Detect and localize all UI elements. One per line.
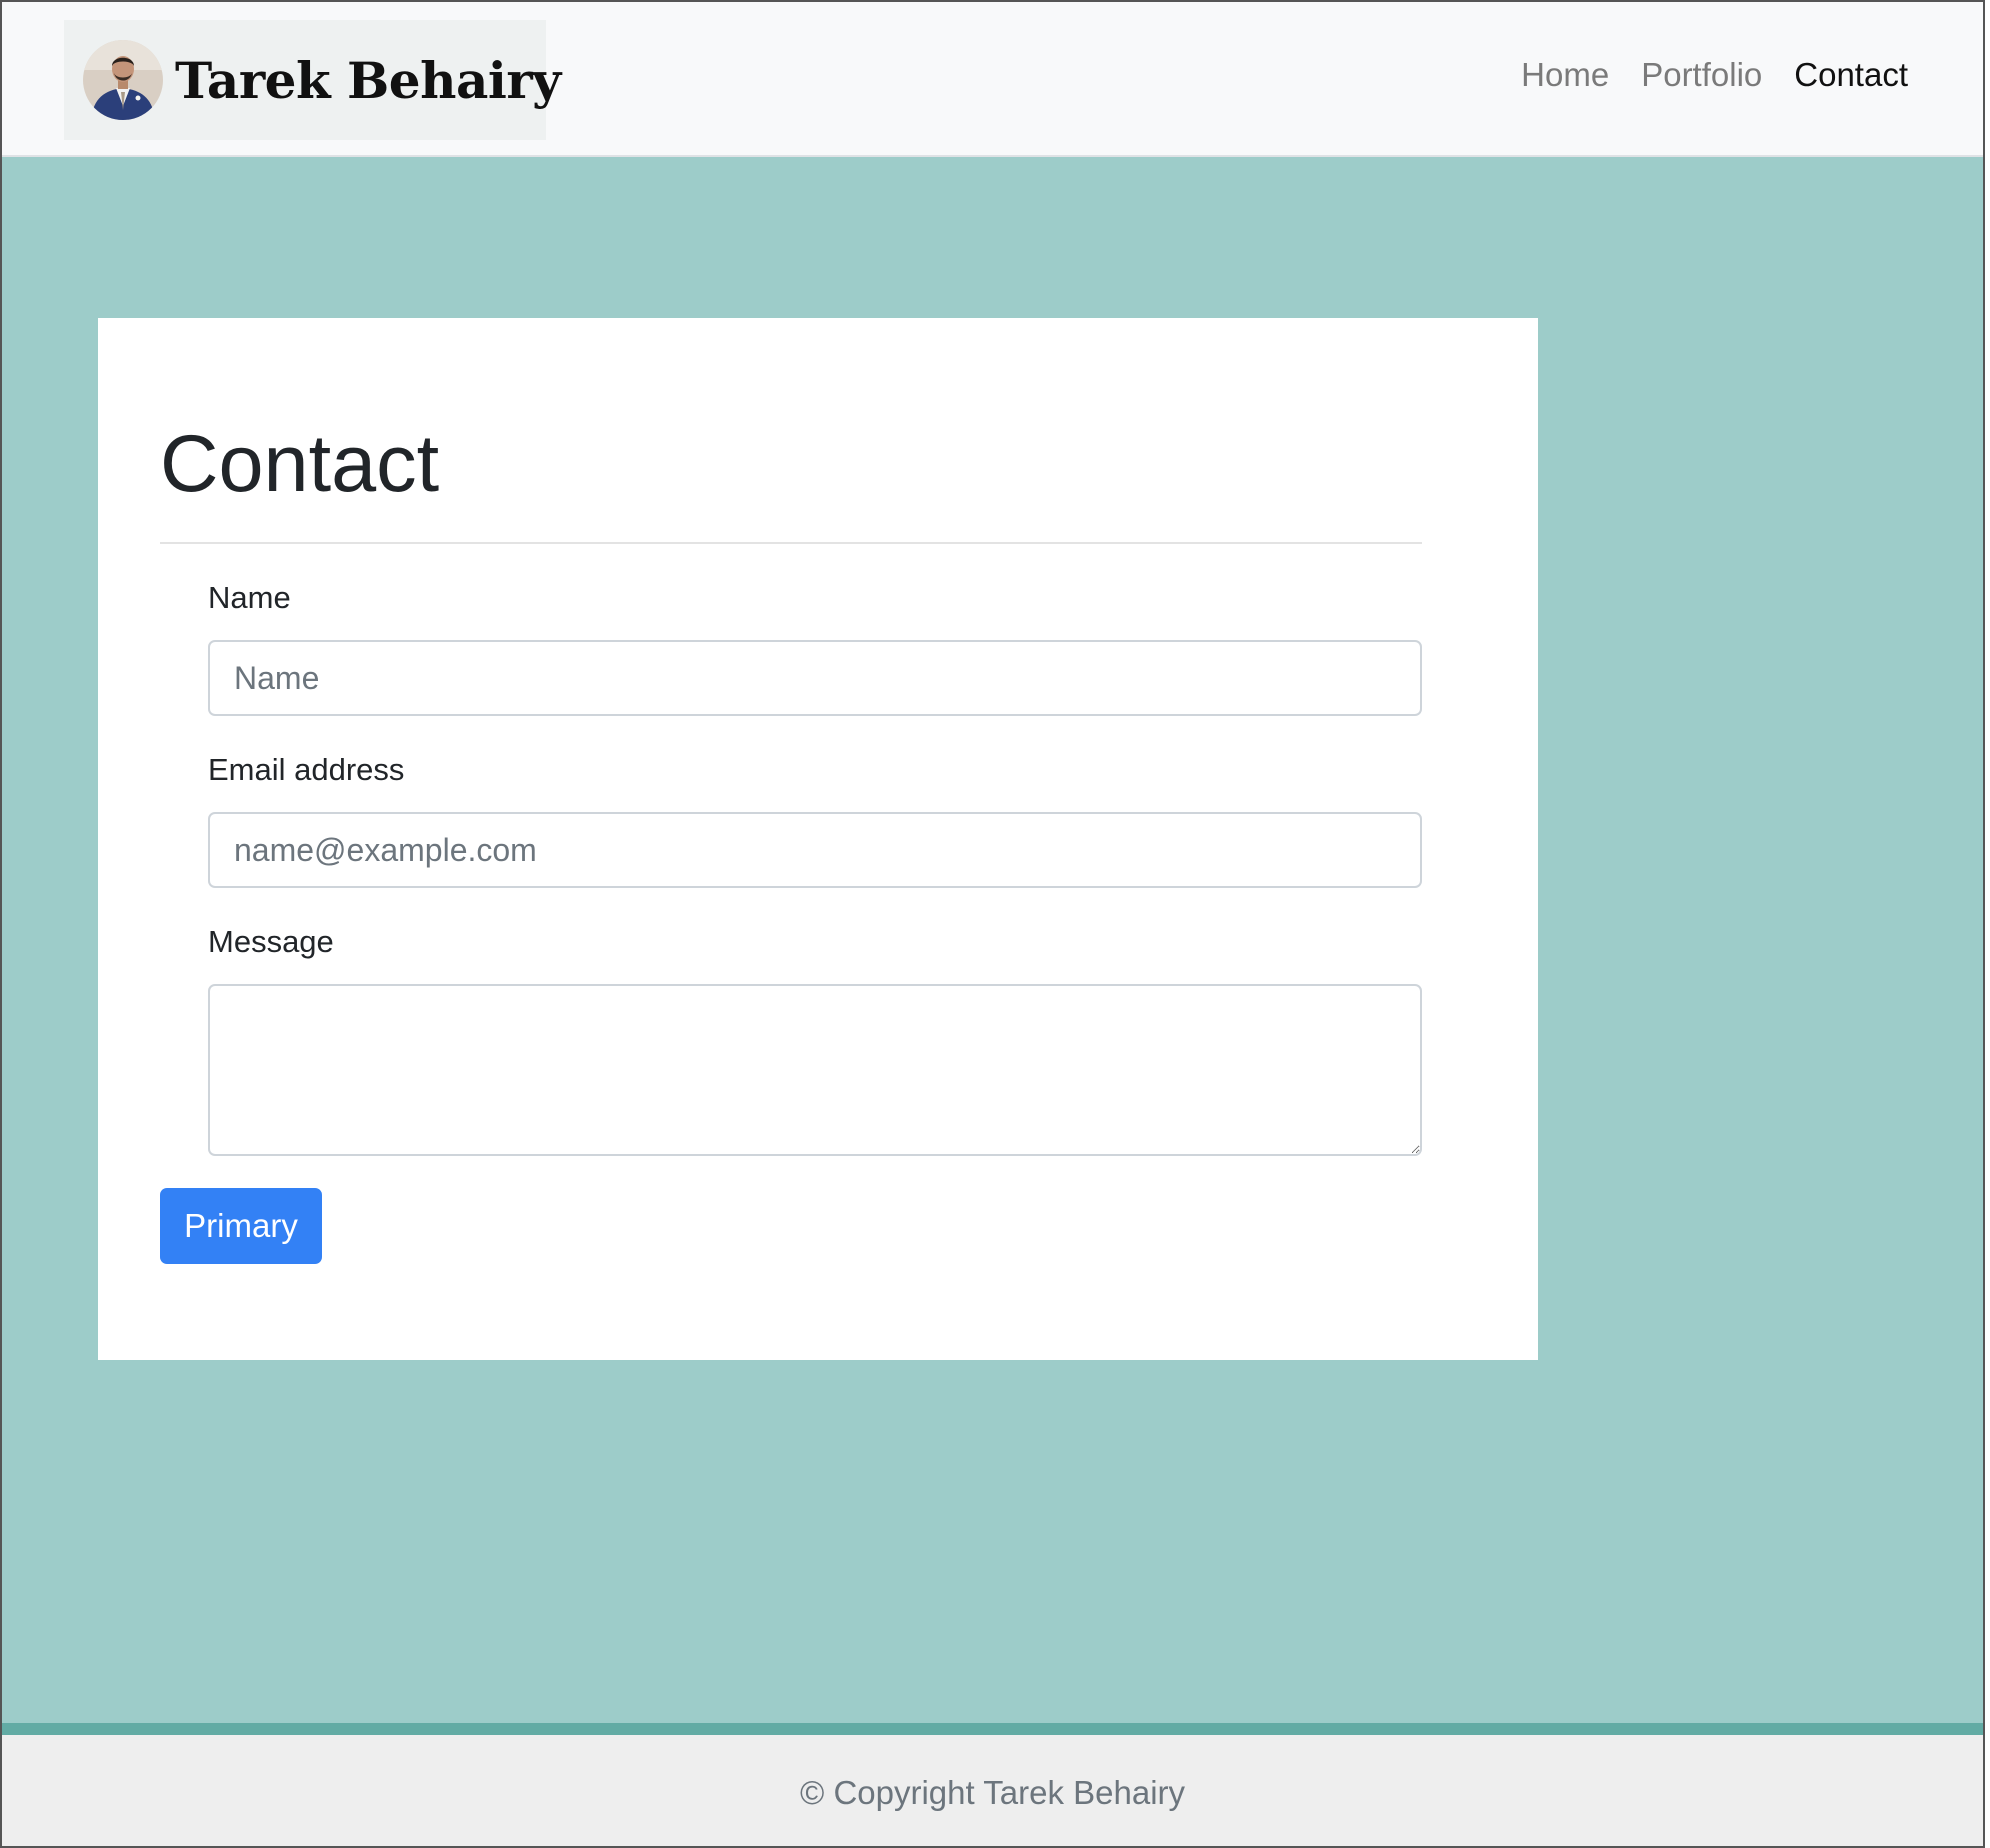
divider (160, 542, 1422, 544)
browser-viewport: Tarek Behairy Home Portfolio Contact Con… (0, 0, 1985, 1848)
copyright-text: © Copyright Tarek Behairy (799, 1773, 1186, 1811)
person-photo-icon (83, 40, 163, 120)
page-title: Contact (160, 419, 440, 509)
navbar: Tarek Behairy Home Portfolio Contact (2, 2, 1983, 157)
email-input[interactable] (208, 812, 1422, 888)
nav-links: Home Portfolio Contact (1521, 56, 1908, 94)
brand-name: Tarek Behairy (175, 50, 561, 110)
nav-portfolio[interactable]: Portfolio (1641, 56, 1762, 94)
avatar (83, 40, 163, 120)
name-label: Name (208, 580, 291, 615)
message-label: Message (208, 924, 334, 959)
name-input[interactable] (208, 640, 1422, 716)
nav-contact[interactable]: Contact (1794, 56, 1908, 94)
contact-card: Contact Name Email address Message Prima… (98, 318, 1538, 1360)
footer: © Copyright Tarek Behairy (2, 1735, 1983, 1846)
submit-button[interactable]: Primary (160, 1188, 322, 1264)
nav-home[interactable]: Home (1521, 56, 1609, 94)
brand-link[interactable]: Tarek Behairy (64, 20, 561, 140)
footer-accent-bar (2, 1723, 1983, 1735)
message-textarea[interactable] (208, 984, 1422, 1156)
main-content: Contact Name Email address Message Prima… (2, 157, 1983, 1723)
email-label: Email address (208, 752, 405, 787)
